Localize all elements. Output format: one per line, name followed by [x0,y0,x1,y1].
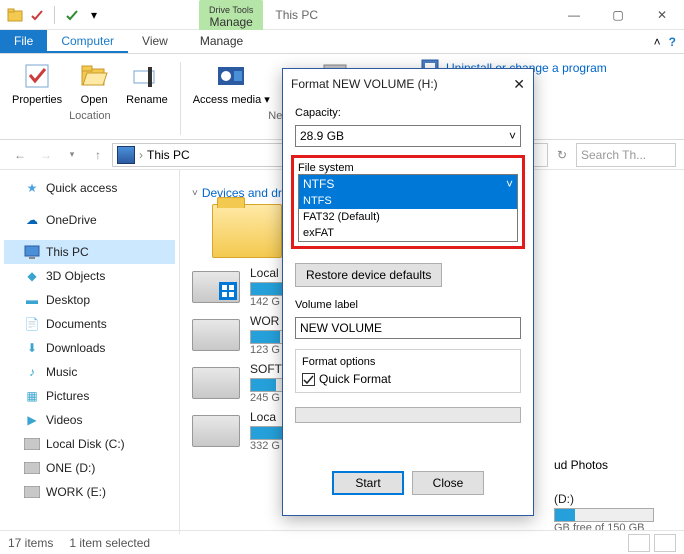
sidebar-item-downloads[interactable]: ⬇Downloads [4,336,175,360]
cloud-icon: ☁ [24,212,40,228]
sidebar-item-videos[interactable]: ▶Videos [4,408,175,432]
thispc-icon [117,146,135,164]
contextual-tab-drive-tools[interactable]: Drive Tools Manage [199,0,263,30]
file-system-select[interactable]: NTFS ˅ NTFS FAT32 (Default) exFAT [298,174,518,242]
dialog-titlebar: Format NEW VOLUME (H:) ✕ [283,69,533,99]
desktop-icon: ▬ [24,292,40,308]
document-icon: 📄 [24,316,40,332]
help-icon[interactable]: ? [669,35,676,49]
properties-icon [21,60,53,92]
capacity-select[interactable]: 28.9 GB˅ [295,125,521,147]
sidebar-item-pictures[interactable]: ▦Pictures [4,384,175,408]
open-icon [78,60,110,92]
breadcrumb-path[interactable]: This PC [147,148,190,162]
drive-icon [24,436,40,452]
ribbon-tabs: File Computer View Manage ˄ ? [0,30,684,54]
volume-label-label: Volume label [295,299,521,311]
file-system-options: NTFS FAT32 (Default) exFAT [299,193,517,241]
restore-defaults-button[interactable]: Restore device defaults [295,263,442,287]
qat-properties-icon[interactable] [28,6,46,24]
media-icon [215,60,247,92]
video-icon: ▶ [24,412,40,428]
maximize-button[interactable]: ▢ [596,0,640,30]
open-button[interactable]: Open [74,58,114,108]
tab-view[interactable]: View [128,30,182,53]
minimize-button[interactable]: — [552,0,596,30]
sidebar-item-localc[interactable]: Local Disk (C:) [4,432,175,456]
sidebar-item-documents[interactable]: 📄Documents [4,312,175,336]
properties-button[interactable]: Properties [8,58,66,108]
sidebar-item-thispc[interactable]: This PC [4,240,175,264]
chevron-down-icon: ˅ [509,129,516,143]
format-options-label: Format options [302,356,514,368]
dialog-close-button[interactable]: ✕ [513,76,525,93]
sidebar-item-3dobjects[interactable]: ◆3D Objects [4,264,175,288]
forward-button[interactable]: → [34,143,58,167]
up-button[interactable]: ↑ [86,143,110,167]
close-button[interactable]: ✕ [640,0,684,30]
drive-icon [24,484,40,500]
qat-check-icon[interactable] [63,6,81,24]
window-title: This PC [275,8,318,22]
recent-button[interactable]: ▾ [60,143,84,167]
rename-button[interactable]: Rename [122,58,172,108]
sidebar: ★Quick access ☁OneDrive This PC ◆3D Obje… [0,170,180,534]
volume-label-input[interactable]: NEW VOLUME [295,317,521,339]
label-photos: ud Photos [554,458,684,472]
file-system-label: File system [298,162,518,174]
music-icon: ♪ [24,364,40,380]
download-icon: ⬇ [24,340,40,356]
tab-computer[interactable]: Computer [47,30,128,53]
status-count: 17 items [8,536,53,550]
quick-format-checkbox[interactable]: Quick Format [302,372,514,386]
sidebar-item-oned[interactable]: ONE (D:) [4,456,175,480]
group-location-label: Location [69,110,111,122]
checkbox-checked-icon [302,373,315,386]
format-progress [295,407,521,423]
monitor-icon [24,244,40,260]
format-dialog: Format NEW VOLUME (H:) ✕ Capacity: 28.9 … [282,68,534,516]
sidebar-item-desktop[interactable]: ▬Desktop [4,288,175,312]
tab-file[interactable]: File [0,30,47,53]
drive-icon [192,319,240,351]
file-system-highlight: File system NTFS ˅ NTFS FAT32 (Default) e… [291,155,525,249]
tab-manage[interactable]: Manage [188,30,255,53]
rename-icon [131,60,163,92]
sidebar-item-quick-access[interactable]: ★Quick access [4,176,175,200]
status-bar: 17 items 1 item selected [0,530,684,554]
drive-icon [192,271,240,303]
format-options-group: Format options Quick Format [295,349,521,393]
ribbon-collapse-icon[interactable]: ˄ [654,35,661,49]
access-media-button[interactable]: Access media ▾ [189,58,274,108]
qat-dropdown-icon[interactable]: ▾ [85,6,103,24]
star-icon: ★ [24,180,40,196]
close-format-button[interactable]: Close [412,471,484,495]
drive-icon [192,367,240,399]
fs-option-fat32[interactable]: FAT32 (Default) [299,209,517,225]
details-view-button[interactable] [628,534,650,552]
titlebar: ▾ Drive Tools Manage This PC — ▢ ✕ [0,0,684,30]
start-button[interactable]: Start [332,471,404,495]
drive-icon [24,460,40,476]
explorer-icon [6,6,24,24]
folder-icon[interactable] [212,204,282,258]
picture-icon: ▦ [24,388,40,404]
status-selected: 1 item selected [69,536,150,550]
sidebar-item-onedrive[interactable]: ☁OneDrive [4,208,175,232]
cube-icon: ◆ [24,268,40,284]
sidebar-item-music[interactable]: ♪Music [4,360,175,384]
back-button[interactable]: ← [8,143,32,167]
icons-view-button[interactable] [654,534,676,552]
fs-option-exfat[interactable]: exFAT [299,225,517,241]
refresh-button[interactable]: ↻ [550,148,574,162]
chevron-down-icon: ˅ [506,177,513,191]
dialog-title: Format NEW VOLUME (H:) [291,77,438,91]
search-input[interactable]: Search Th... [576,143,676,167]
capacity-label: Capacity: [295,107,521,119]
fs-option-ntfs[interactable]: NTFS [299,193,517,209]
drive-icon [192,415,240,447]
sidebar-item-worke[interactable]: WORK (E:) [4,480,175,504]
drive-item-d[interactable]: (D:)GB free of 150 GB [554,492,684,534]
